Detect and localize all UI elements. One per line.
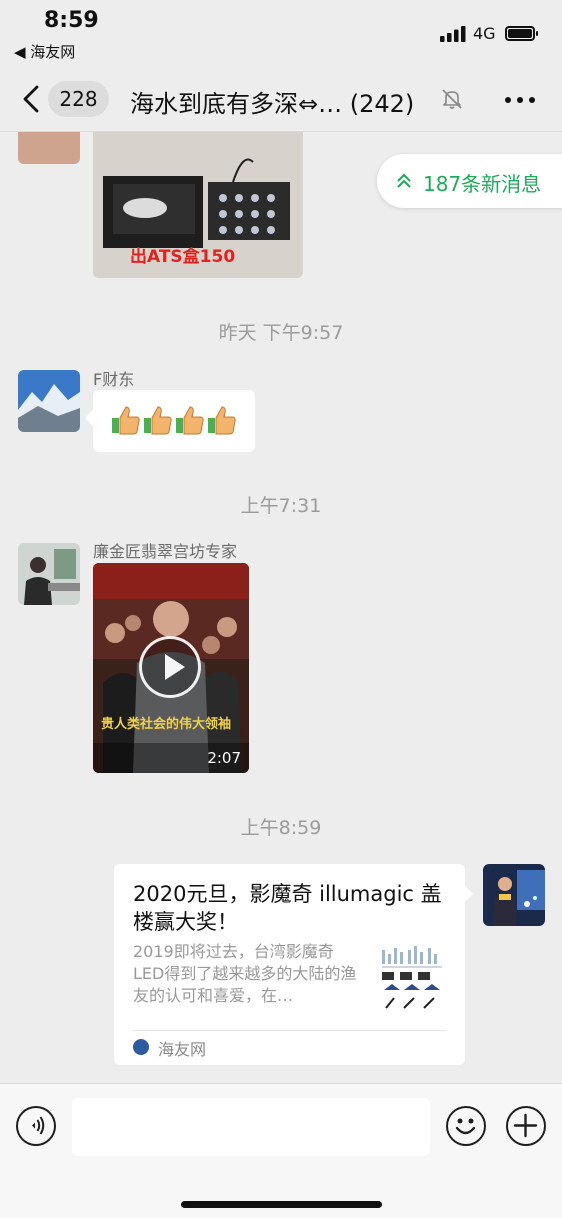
plus-icon [513,1113,538,1138]
video-message[interactable]: 贵人类社会的伟大领袖 2:07 [93,563,249,773]
home-indicator [181,1201,382,1208]
unread-count-badge[interactable]: 228 [48,81,109,117]
timestamp: 昨天 下午9:57 [218,322,344,344]
back-to-app-link[interactable]: ◀ 海友网 [14,41,75,62]
more-actions-button[interactable] [506,1106,546,1146]
chat-nav-bar: 228 海水到底有多深⇔… (242) [0,66,562,132]
mute-bell-icon [442,89,462,109]
video-subtitle: 贵人类社会的伟大领袖 [101,717,232,732]
avatar[interactable] [18,543,80,605]
link-title: 2020元旦，影魔奇 illumagic 盖楼赢大奖！ [133,882,442,934]
sender-name: 廉金匠翡翠宫坊专家 [93,542,238,561]
timestamp: 上午7:31 [240,495,322,517]
thumbs-up-icon [112,406,140,435]
photo-message[interactable]: 出ATS盒150 [93,132,303,278]
message-input[interactable] [72,1098,430,1156]
back-chevron-icon[interactable] [20,84,42,114]
link-source: 海友网 [158,1040,207,1059]
source-logo-icon [133,1039,149,1055]
sender-name: F财东 [93,370,135,389]
avatar[interactable] [18,370,80,432]
signal-icon [440,26,466,42]
network-type: 4G [473,24,496,43]
chat-title: 海水到底有多深⇔… (242) [130,90,415,118]
status-time: 8:59 [44,8,99,33]
link-description: 2019即将过去，台湾影魔奇LED得到了越来越多的大陆的渔友的认可和喜爱，在… [133,942,357,1005]
voice-icon [32,1116,45,1135]
link-thumbnail [378,942,446,1012]
link-card-message[interactable]: 2020元旦，影魔奇 illumagic 盖楼赢大奖！ 2019即将过去，台湾影… [114,864,473,1065]
status-bar: 8:59 ◀ 海友网 4G [0,0,562,66]
chat-input-bar [0,1083,562,1218]
more-icon[interactable] [504,96,536,104]
emoji-button[interactable] [446,1106,486,1146]
thumbs-up-icon [144,406,172,435]
video-duration: 2:07 [207,749,241,767]
battery-icon [505,26,538,41]
new-messages-pill[interactable]: 187条新消息 [377,154,562,208]
voice-button[interactable] [16,1106,56,1146]
thumbs-up-icon [176,406,204,435]
photo-caption: 出ATS盒150 [130,247,236,267]
timestamp: 上午8:59 [240,817,322,839]
divider [133,1030,447,1031]
new-messages-label: 187条新消息 [423,172,542,196]
thumbs-up-icon [208,406,236,435]
play-icon[interactable] [139,636,201,698]
my-avatar[interactable] [483,864,545,926]
emoji-message[interactable] [85,390,255,452]
emoji-icon [455,1118,476,1135]
double-chevron-up-icon [397,173,411,188]
